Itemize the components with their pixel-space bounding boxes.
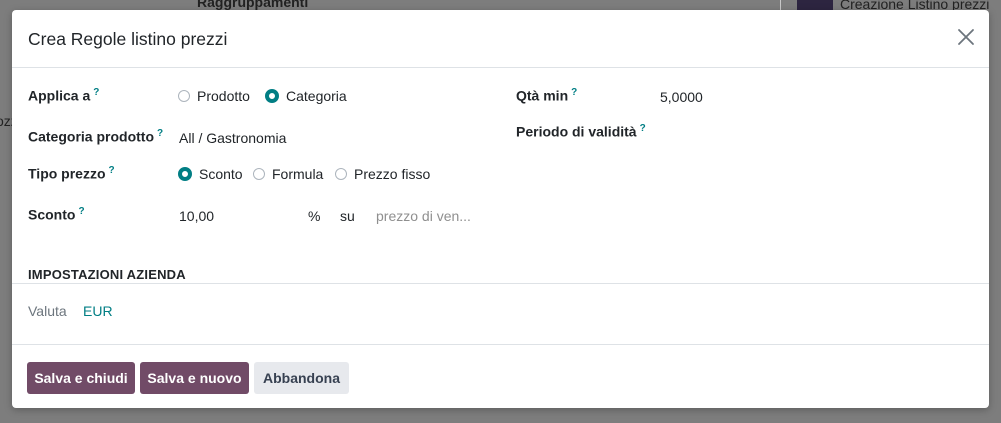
help-icon[interactable]: ?: [157, 128, 163, 139]
product-category-field[interactable]: All / Gastronomia: [179, 130, 286, 146]
price-type-label-text: Tipo prezzo: [28, 165, 106, 182]
validity-period-label-text: Periodo di validità: [516, 123, 637, 140]
help-icon[interactable]: ?: [571, 87, 577, 98]
percent-sign: %: [308, 208, 321, 224]
help-icon[interactable]: ?: [640, 123, 646, 134]
radio-apply-product[interactable]: Prodotto: [178, 88, 250, 104]
save-new-button[interactable]: Salva e nuovo: [140, 362, 249, 394]
radio-label: Formula: [272, 166, 324, 182]
radio-apply-category[interactable]: Categoria: [265, 88, 347, 104]
min-qty-field[interactable]: 5,0000: [660, 89, 703, 105]
radio-price-formula[interactable]: Formula: [253, 166, 323, 182]
min-qty-label: Qtà min?: [516, 87, 577, 104]
dialog-footer: Salva e chiudi Salva e nuovo Abbandona: [12, 344, 989, 408]
pricelist-rule-dialog: Crea Regole listino prezzi Applica a? Pr…: [12, 10, 989, 408]
discount-label-text: Sconto: [28, 206, 76, 223]
help-icon[interactable]: ?: [93, 87, 99, 98]
background-logo: [797, 0, 833, 10]
radio-label: Sconto: [199, 166, 243, 182]
save-close-button[interactable]: Salva e chiudi: [27, 362, 135, 394]
radio-checked-icon: [265, 89, 279, 103]
radio-checked-icon: [178, 167, 192, 181]
background-heading: Raggruppamenti: [197, 0, 309, 10]
product-category-label: Categoria prodotto?: [28, 128, 163, 145]
background-divider: [780, 0, 781, 10]
apply-to-label-text: Applica a: [28, 87, 91, 104]
help-icon[interactable]: ?: [109, 165, 115, 176]
discount-label: Sconto?: [28, 206, 85, 223]
product-category-label-text: Categoria prodotto: [28, 128, 154, 145]
radio-unchecked-icon: [335, 168, 347, 180]
company-settings-title: IMPOSTAZIONI AZIENDA: [28, 267, 186, 282]
radio-price-fixed[interactable]: Prezzo fisso: [335, 166, 430, 182]
close-icon[interactable]: [955, 26, 977, 48]
radio-label: Categoria: [286, 88, 347, 104]
discount-base-field[interactable]: prezzo di ven...: [376, 208, 471, 224]
dialog-header: Crea Regole listino prezzi: [12, 10, 989, 68]
currency-label: Valuta: [28, 303, 67, 319]
price-type-label: Tipo prezzo?: [28, 165, 115, 182]
apply-to-label: Applica a?: [28, 87, 99, 104]
radio-label: Prezzo fisso: [354, 166, 431, 182]
radio-unchecked-icon: [178, 90, 190, 102]
currency-link[interactable]: EUR: [83, 303, 113, 319]
radio-price-discount[interactable]: Sconto: [178, 166, 243, 182]
discard-button[interactable]: Abbandona: [254, 362, 349, 394]
dialog-title: Crea Regole listino prezzi: [28, 29, 228, 49]
discount-field[interactable]: 10,00: [179, 208, 214, 224]
help-icon[interactable]: ?: [78, 206, 84, 217]
discount-on-label: su: [340, 208, 355, 224]
radio-label: Prodotto: [197, 88, 250, 104]
section-divider: [12, 283, 989, 284]
min-qty-label-text: Qtà min: [516, 87, 569, 104]
validity-period-label: Periodo di validità?: [516, 123, 646, 140]
radio-unchecked-icon: [253, 168, 265, 180]
